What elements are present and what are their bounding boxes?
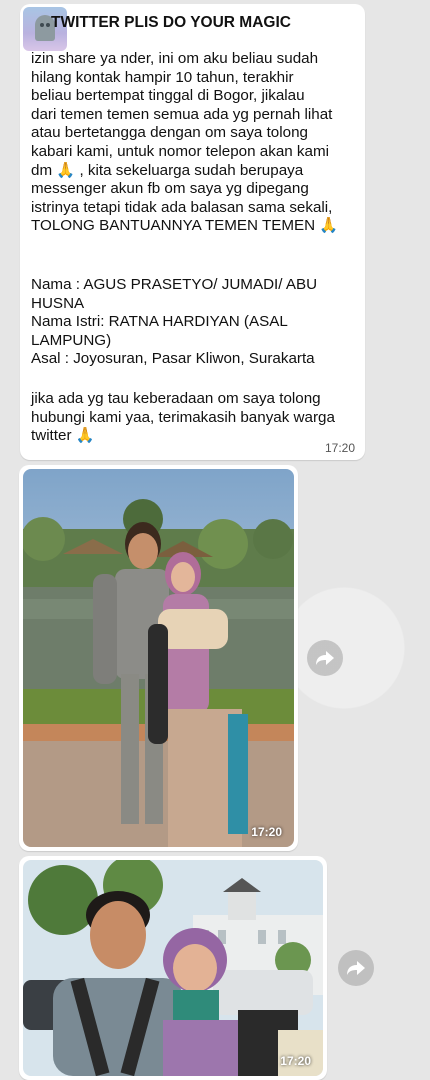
text-line: dm 🙏 , kita sekeluarga sudah berupaya	[31, 161, 304, 179]
photo-message-2[interactable]: 17:20	[19, 856, 327, 1080]
text-line: hilang kontak hampir 10 tahun, terakhir	[31, 68, 294, 86]
message-bubble[interactable]: TWITTER PLIS DO YOUR MAGIC izin share ya…	[20, 4, 365, 460]
text-line: izin share ya nder, ini om aku beliau su…	[31, 50, 319, 67]
text-line: atau bertetangga dengan om saya tolong	[31, 124, 308, 142]
forward-icon[interactable]	[338, 950, 374, 986]
text-line: TOLONG BANTUANNYA TEMEN TEMEN 🙏	[31, 217, 339, 235]
photo-timestamp: 17:20	[280, 1054, 311, 1068]
photo-message-1[interactable]: 17:20	[19, 465, 298, 851]
photo-timestamp: 17:20	[251, 825, 282, 839]
text-line: dari temen temen semua ada yg pernah lih…	[31, 105, 333, 123]
message-timestamp: 17:20	[324, 441, 355, 455]
message-paragraph-2: Nama : AGUS PRASETYO/ JUMADI/ ABU HUSNA …	[31, 276, 361, 369]
text-line: Nama : AGUS PRASETYO/ JUMADI/ ABU	[31, 276, 318, 293]
text-line: twitter 🙏	[31, 427, 95, 445]
text-line: kabari kami, untuk nomor telepon akan ka…	[31, 142, 329, 160]
text-line: beliau bertempat tinggal di Bogor, jikal…	[31, 87, 305, 105]
text-line: Nama Istri: RATNA HARDIYAN (ASAL	[31, 313, 288, 331]
photo-couple-lake[interactable]: 17:20	[23, 469, 294, 847]
text-line: istrinya tetapi tidak ada balasan sama s…	[31, 198, 333, 216]
text-line: jika ada yg tau keberadaan om saya tolon…	[31, 390, 321, 407]
message-title: TWITTER PLIS DO YOUR MAGIC	[51, 14, 291, 31]
text-line: messenger akun fb om saya yg dipegang	[31, 180, 309, 198]
text-line: HUSNA	[31, 294, 85, 312]
message-paragraph-3: jika ada yg tau keberadaan om saya tolon…	[31, 390, 361, 446]
text-line: LAMPUNG)	[31, 331, 112, 349]
message-paragraph-1: izin share ya nder, ini om aku beliau su…	[31, 50, 361, 236]
photo-couple-building[interactable]: 17:20	[23, 860, 323, 1076]
text-line: hubungi kami yaa, terimakasih banyak war…	[31, 408, 335, 426]
forward-icon[interactable]	[307, 640, 343, 676]
text-line: Asal : Joyosuran, Pasar Kliwon, Surakart…	[31, 350, 315, 368]
